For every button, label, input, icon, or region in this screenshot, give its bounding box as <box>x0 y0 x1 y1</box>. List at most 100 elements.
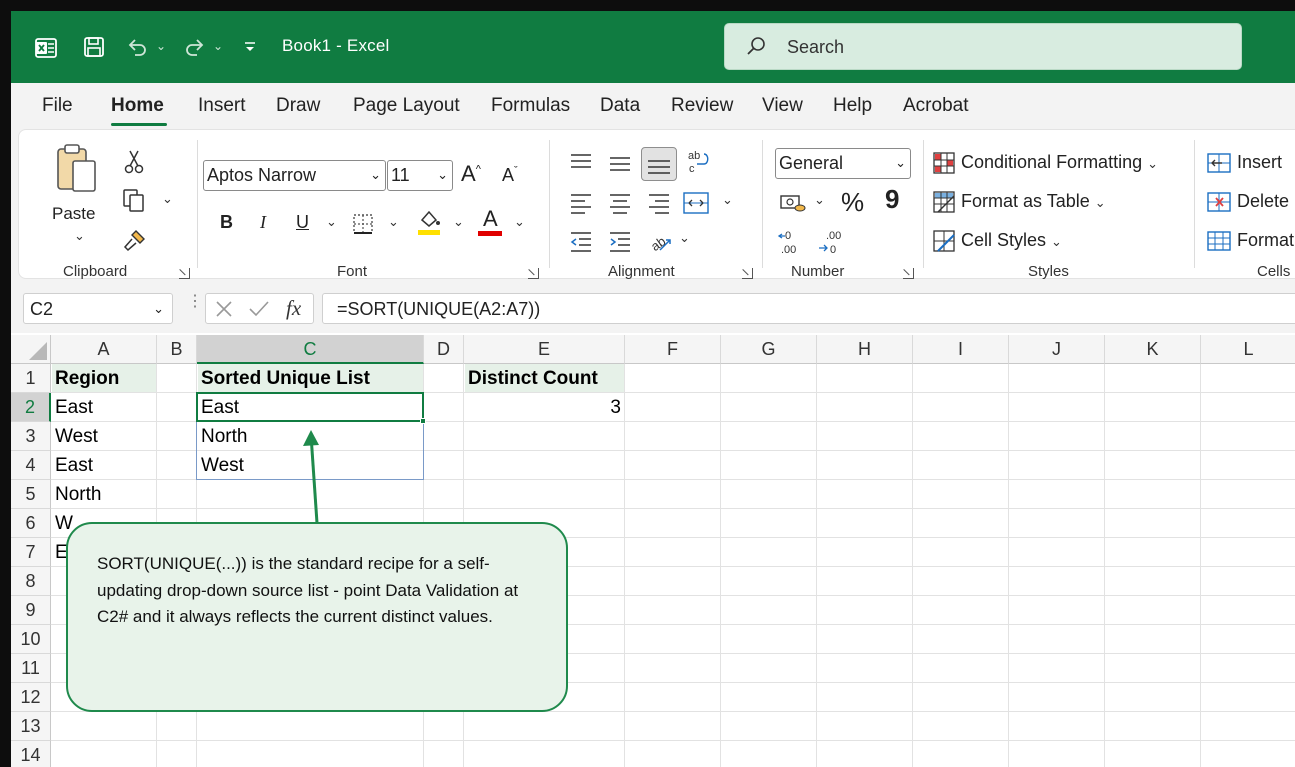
accounting-format-icon[interactable] <box>779 192 807 216</box>
borders-icon[interactable] <box>351 212 375 236</box>
group-separator <box>762 140 763 268</box>
copy-dropdown-chevron-icon[interactable]: ⌄ <box>162 191 173 207</box>
italic-button[interactable]: I <box>260 212 266 233</box>
format-as-table-button[interactable]: Format as Table ⌄ <box>961 191 1106 212</box>
font-family-select[interactable]: Aptos Narrow ⌄ <box>203 160 386 191</box>
font-color-dropdown-chevron-icon[interactable]: ⌄ <box>514 214 525 230</box>
format-cells-icon[interactable] <box>1206 229 1232 253</box>
alignment-group-label: Alignment <box>608 263 675 280</box>
fill-color-dropdown-chevron-icon[interactable]: ⌄ <box>453 214 464 230</box>
insert-cells-button[interactable]: Insert <box>1237 152 1282 173</box>
clipboard-group-label: Clipboard <box>63 263 128 280</box>
accounting-dropdown-chevron-icon[interactable]: ⌄ <box>814 192 825 208</box>
paste-dropdown-chevron-icon[interactable]: ⌄ <box>74 228 85 244</box>
cut-icon[interactable] <box>123 149 145 175</box>
borders-dropdown-chevron-icon[interactable]: ⌄ <box>388 214 399 230</box>
tab-home[interactable]: Home <box>111 95 164 117</box>
tab-help[interactable]: Help <box>833 95 872 117</box>
redo-dropdown-chevron-icon[interactable]: ⌄ <box>211 38 225 54</box>
percent-style-button[interactable]: % <box>841 187 864 218</box>
format-painter-icon[interactable] <box>122 228 148 254</box>
align-right-icon[interactable] <box>647 192 671 214</box>
redo-icon[interactable] <box>181 33 207 61</box>
tab-file[interactable]: File <box>42 95 73 117</box>
conditional-formatting-icon[interactable] <box>932 151 956 175</box>
bold-button[interactable]: B <box>220 212 233 233</box>
chevron-down-icon: ⌄ <box>895 155 906 170</box>
insert-function-icon[interactable]: fx <box>286 296 301 321</box>
increase-indent-icon[interactable] <box>608 230 632 252</box>
formula-buttons: fx <box>205 293 314 324</box>
chevron-down-icon: ⌄ <box>1094 195 1106 210</box>
tab-view[interactable]: View <box>762 95 803 117</box>
tab-formulas[interactable]: Formulas <box>491 95 570 117</box>
insert-cells-icon[interactable] <box>1206 151 1232 175</box>
delete-cells-icon[interactable] <box>1206 190 1232 214</box>
chevron-down-icon: ⌄ <box>1147 156 1159 171</box>
search-placeholder: Search <box>787 37 845 57</box>
paste-icon[interactable] <box>53 141 105 199</box>
align-top-icon[interactable] <box>569 152 593 174</box>
name-box[interactable]: C2 ⌄ <box>23 293 173 324</box>
customize-toolbar-icon[interactable] <box>242 39 258 55</box>
enter-icon[interactable] <box>248 299 270 319</box>
wrap-text-icon[interactable]: ab c <box>685 148 711 176</box>
underline-dropdown-chevron-icon[interactable]: ⌄ <box>326 214 337 230</box>
title-bar: ⌄ ⌄ Book1 - Excel Search <box>11 11 1295 83</box>
tab-data[interactable]: Data <box>600 95 640 117</box>
tab-review[interactable]: Review <box>671 95 733 117</box>
svg-text:0: 0 <box>785 230 791 242</box>
conditional-formatting-button[interactable]: Conditional Formatting ⌄ <box>961 152 1158 173</box>
save-icon[interactable] <box>81 33 107 61</box>
cell-styles-icon[interactable] <box>932 229 956 253</box>
formula-input[interactable]: =SORT(UNIQUE(A2:A7)) <box>322 293 1295 324</box>
format-cells-button[interactable]: Format <box>1237 230 1294 251</box>
tab-insert[interactable]: Insert <box>198 95 246 117</box>
tab-draw[interactable]: Draw <box>276 95 320 117</box>
cell-styles-button[interactable]: Cell Styles ⌄ <box>961 230 1062 251</box>
chevron-down-icon: ⌄ <box>370 167 381 182</box>
delete-cells-button[interactable]: Delete <box>1237 191 1289 212</box>
clipboard-launcher-icon[interactable] <box>179 268 190 279</box>
name-box-value: C2 <box>30 299 54 319</box>
underline-button[interactable]: U <box>296 212 309 233</box>
orientation-icon[interactable]: ab <box>648 228 674 254</box>
align-left-icon[interactable] <box>569 192 593 214</box>
increase-font-size-icon[interactable]: A^ <box>461 161 481 187</box>
chevron-down-icon: ⌄ <box>153 301 164 316</box>
number-launcher-icon[interactable] <box>903 268 914 279</box>
paste-label[interactable]: Paste <box>52 204 95 224</box>
merge-dropdown-chevron-icon[interactable]: ⌄ <box>722 192 733 208</box>
font-size-select[interactable]: 11 ⌄ <box>387 160 453 191</box>
search-box[interactable]: Search <box>724 23 1242 70</box>
orientation-dropdown-chevron-icon[interactable]: ⌄ <box>679 230 690 246</box>
callout-box: SORT(UNIQUE(...)) is the standard recipe… <box>66 522 568 712</box>
comma-style-button[interactable]: 9 <box>885 184 899 215</box>
number-format-select[interactable]: General ⌄ <box>775 148 911 179</box>
copy-icon[interactable] <box>121 187 147 213</box>
font-size-value: 11 <box>391 165 410 185</box>
decrease-indent-icon[interactable] <box>569 230 593 252</box>
alignment-launcher-icon[interactable] <box>742 268 753 279</box>
font-launcher-icon[interactable] <box>528 268 539 279</box>
increase-decimal-icon[interactable]: 0.00 <box>777 228 807 256</box>
group-separator <box>549 140 550 268</box>
font-family-value: Aptos Narrow <box>207 165 317 185</box>
tab-acrobat[interactable]: Acrobat <box>903 95 968 117</box>
decrease-decimal-icon[interactable]: .00 0 <box>816 228 846 256</box>
align-bottom-icon[interactable] <box>641 147 677 181</box>
fill-color-icon[interactable] <box>416 208 442 236</box>
undo-dropdown-chevron-icon[interactable]: ⌄ <box>154 38 168 54</box>
number-format-value: General <box>779 153 844 173</box>
merge-center-icon[interactable] <box>682 190 710 216</box>
excel-window: ⌄ ⌄ Book1 - Excel Search File Home Inser… <box>11 11 1295 767</box>
align-middle-icon[interactable] <box>608 154 632 176</box>
format-as-table-icon[interactable] <box>932 190 956 214</box>
cancel-icon[interactable] <box>214 299 234 319</box>
more-options-icon[interactable]: ⋮ <box>187 294 203 310</box>
align-center-icon[interactable] <box>608 192 632 214</box>
undo-icon[interactable] <box>125 33 151 61</box>
font-color-icon[interactable]: A <box>478 206 504 236</box>
tab-page-layout[interactable]: Page Layout <box>353 95 460 117</box>
decrease-font-size-icon[interactable]: Aˇ <box>502 165 518 186</box>
